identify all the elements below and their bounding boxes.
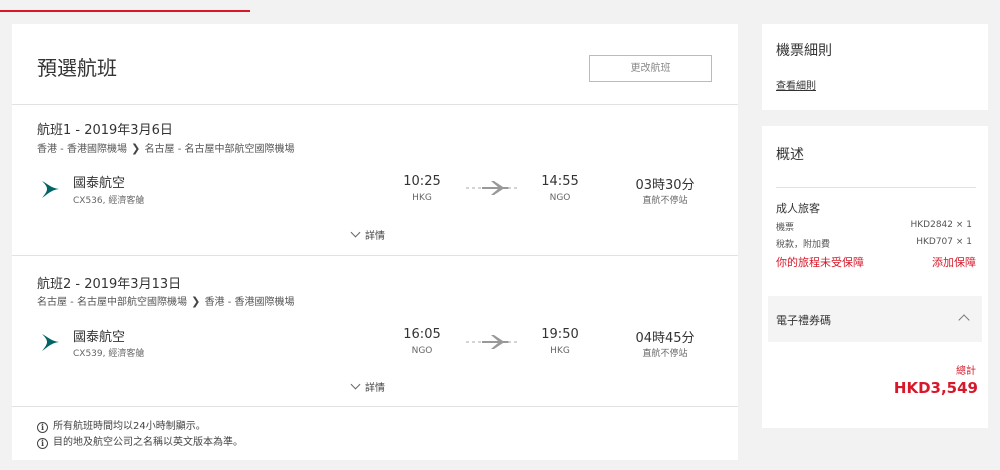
leg2-departure-time: 16:05 — [403, 327, 441, 342]
chevron-up-icon — [958, 314, 970, 326]
chevron-right-icon: ❯ — [191, 295, 201, 308]
fare-rules-title: 機票細則 — [776, 43, 832, 59]
divider — [12, 104, 738, 105]
leg2-destination: 香港 - 香港國際機場 — [204, 297, 295, 308]
insurance-warning: 你的旅程未受保障 — [776, 256, 864, 269]
cathay-brushwing-icon — [42, 181, 59, 198]
step-active: ──────── — [12, 0, 65, 4]
fare-rules-card: 機票細則 查看細則 — [762, 24, 988, 110]
divider — [12, 406, 738, 407]
info-circle-icon: i — [37, 422, 48, 433]
divider — [776, 187, 976, 188]
plane-arrow-icon — [466, 181, 518, 195]
leg1-duration: 03時30分 — [635, 178, 695, 193]
leg1-arrival-time: 14:55 — [541, 174, 579, 189]
info-circle-icon: i — [37, 438, 48, 449]
details-label: 詳情 — [365, 383, 385, 394]
note-time-format: i 所有航班時間均以24小時制顯示。 — [37, 417, 206, 433]
leg2-stops: 直航不停站 — [642, 349, 688, 359]
leg2-origin: 名古屋 - 名古屋中部航空國際機場 — [37, 297, 187, 308]
selected-flights-card: 預選航班 更改航班 航班1 - 2019年3月6日 香港 - 香港國際機場 ❯ … — [12, 24, 738, 460]
leg1-destination: 名古屋 - 名古屋中部航空國際機場 — [144, 144, 295, 155]
total-label: 總計 — [956, 366, 976, 377]
leg1-origin: 香港 - 香港國際機場 — [37, 144, 127, 155]
view-fare-rules-link[interactable]: 查看細則 — [776, 77, 816, 92]
leg1-route: 香港 - 香港國際機場 ❯ 名古屋 - 名古屋中部航空國際機場 — [37, 140, 295, 155]
ticket-label: 機票 — [776, 223, 795, 233]
total-price: HKD3,549 — [893, 379, 978, 397]
step-4: ───── — [762, 0, 795, 4]
progress-steps: ──────── ───── ───── ───── — [0, 0, 1000, 12]
note-english-version: i 目的地及航空公司之名稱以英文版本為準。 — [37, 433, 243, 449]
note-text: 目的地及航空公司之名稱以英文版本為準。 — [53, 437, 243, 448]
leg2-departure-code: NGO — [411, 346, 433, 356]
chevron-down-icon — [350, 227, 361, 238]
evoucher-label: 電子禮券碼 — [776, 314, 831, 327]
tax-label: 稅款，附加費 — [776, 240, 831, 250]
details-label: 詳情 — [365, 231, 385, 242]
leg2-arrival-time: 19:50 — [541, 327, 579, 342]
evoucher-toggle[interactable]: 電子禮券碼 — [768, 296, 982, 342]
leg2-route: 名古屋 - 名古屋中部航空國際機場 ❯ 香港 - 香港國際機場 — [37, 293, 295, 308]
cathay-brushwing-icon — [42, 334, 59, 351]
passenger-type: 成人旅客 — [776, 202, 820, 215]
chevron-down-icon — [350, 379, 361, 390]
leg2-duration: 04時45分 — [635, 331, 695, 346]
leg1-airline: 國泰航空 — [73, 176, 126, 191]
leg2-arrival-code: HKG — [550, 346, 570, 356]
step-active-underline — [0, 10, 250, 12]
tax-value: HKD707 × 1 — [916, 237, 972, 247]
leg1-details-toggle[interactable]: 詳情 — [350, 227, 385, 242]
chevron-right-icon: ❯ — [131, 142, 141, 155]
summary-title: 概述 — [776, 147, 804, 163]
leg1-departure-code: HKG — [412, 193, 432, 203]
leg2-details-toggle[interactable]: 詳情 — [350, 379, 385, 394]
step-3: ───── — [512, 0, 545, 4]
change-flight-button[interactable]: 更改航班 — [589, 55, 712, 82]
leg1-arrival-code: NGO — [549, 193, 571, 203]
page-title: 預選航班 — [37, 56, 117, 80]
note-text: 所有航班時間均以24小時制顯示。 — [53, 421, 206, 432]
leg1-title: 航班1 - 2019年3月6日 — [37, 123, 173, 138]
step-2: ───── — [262, 0, 295, 4]
leg2-flight-number: CX539, 經濟客艙 — [73, 349, 145, 359]
leg2-title: 航班2 - 2019年3月13日 — [37, 277, 182, 292]
leg1-flight-number: CX536, 經濟客艙 — [73, 196, 145, 206]
plane-arrow-icon — [466, 335, 518, 349]
leg1-stops: 直航不停站 — [642, 196, 688, 206]
summary-card: 概述 成人旅客 機票 HKD2842 × 1 稅款，附加費 HKD707 × 1… — [762, 126, 988, 428]
divider — [12, 255, 738, 256]
leg1-departure-time: 10:25 — [403, 174, 441, 189]
add-insurance-link[interactable]: 添加保障 — [932, 254, 976, 270]
leg2-airline: 國泰航空 — [73, 330, 126, 345]
ticket-value: HKD2842 × 1 — [910, 220, 973, 230]
